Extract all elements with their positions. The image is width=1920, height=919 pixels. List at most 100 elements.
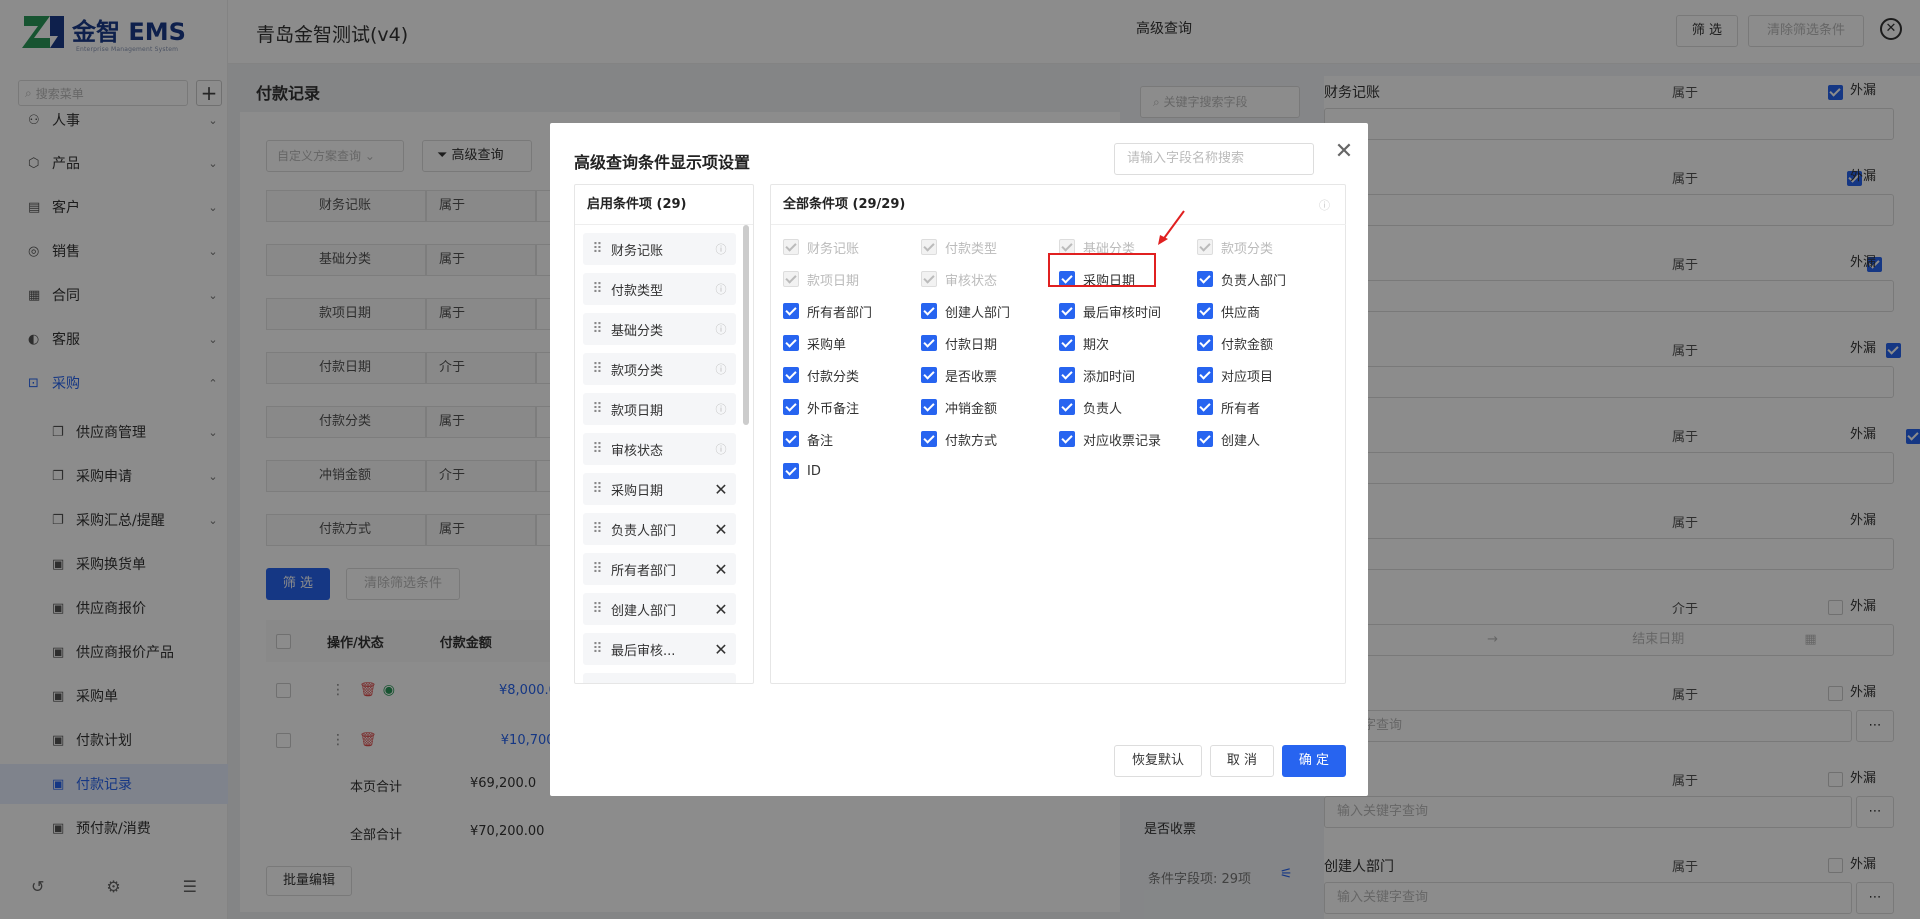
condition-option[interactable]: 采购单	[783, 333, 846, 353]
condition-option[interactable]: 最后审核时间	[1059, 301, 1161, 321]
condition-option[interactable]: 负责人部门	[1197, 269, 1286, 289]
condition-label: 付款类型	[945, 241, 998, 257]
condition-label: 负责人	[1083, 401, 1123, 417]
checkbox[interactable]	[1197, 367, 1213, 383]
condition-label: 所有者	[1221, 401, 1261, 417]
condition-option[interactable]: 付款分类	[783, 365, 859, 385]
checkbox[interactable]	[921, 399, 937, 415]
enabled-item[interactable]: ⠿ 所有者部门 ✕	[583, 553, 736, 585]
condition-label: 对应收票记录	[1083, 433, 1162, 449]
remove-icon[interactable]: ✕	[706, 600, 736, 619]
condition-option: 款项日期	[783, 269, 859, 289]
enabled-item[interactable]: ⠿ 财务记账 ⓘ	[583, 233, 736, 265]
checkbox	[1197, 239, 1213, 255]
condition-option[interactable]: 付款金额	[1197, 333, 1273, 353]
enabled-conditions-title: 启用条件项 (29)	[575, 185, 753, 225]
help-icon: ⓘ	[1319, 199, 1330, 212]
condition-option[interactable]: 添加时间	[1059, 365, 1135, 385]
drag-handle-icon[interactable]: ⠿	[583, 281, 611, 297]
checkbox[interactable]	[1197, 303, 1213, 319]
enabled-item[interactable]	[583, 673, 736, 683]
condition-option[interactable]: ID	[783, 461, 821, 481]
drag-handle-icon[interactable]: ⠿	[583, 521, 611, 537]
help-icon: ⓘ	[715, 243, 727, 256]
drag-handle-icon[interactable]: ⠿	[583, 601, 611, 617]
remove-icon[interactable]: ✕	[706, 520, 736, 539]
drag-handle-icon[interactable]: ⠿	[583, 441, 611, 457]
checkbox[interactable]	[1059, 431, 1075, 447]
condition-option: 付款类型	[921, 237, 997, 257]
condition-label: 备注	[807, 433, 834, 449]
cancel-button[interactable]: 取 消	[1210, 745, 1274, 777]
condition-option[interactable]: 备注	[783, 429, 833, 449]
confirm-button[interactable]: 确 定	[1282, 745, 1346, 777]
condition-option[interactable]: 所有者部门	[783, 301, 872, 321]
field-search-input[interactable]: 请输入字段名称搜索	[1114, 143, 1314, 175]
condition-label: 对应项目	[1221, 369, 1274, 385]
highlight-box	[1048, 253, 1156, 287]
checkbox[interactable]	[921, 303, 937, 319]
enabled-item[interactable]: ⠿ 最后审核... ✕	[583, 633, 736, 665]
checkbox[interactable]	[1197, 399, 1213, 415]
enabled-item[interactable]: ⠿ 采购日期 ✕	[583, 473, 736, 505]
checkbox[interactable]	[1059, 303, 1075, 319]
checkbox[interactable]	[1059, 399, 1075, 415]
checkbox[interactable]	[783, 303, 799, 319]
enabled-item[interactable]: ⠿ 款项日期 ⓘ	[583, 393, 736, 425]
close-icon[interactable]: ✕	[1332, 139, 1356, 164]
checkbox[interactable]	[783, 399, 799, 415]
condition-option[interactable]: 对应收票记录	[1059, 429, 1161, 449]
drag-handle-icon[interactable]: ⠿	[583, 641, 611, 657]
condition-label: ID	[807, 463, 821, 479]
reset-default-button[interactable]: 恢复默认	[1114, 745, 1202, 777]
checkbox[interactable]	[1059, 367, 1075, 383]
condition-option[interactable]: 付款日期	[921, 333, 997, 353]
remove-icon[interactable]: ✕	[706, 480, 736, 499]
checkbox[interactable]	[783, 367, 799, 383]
checkbox[interactable]	[1059, 335, 1075, 351]
checkbox[interactable]	[921, 367, 937, 383]
condition-option[interactable]: 所有者	[1197, 397, 1260, 417]
enabled-item[interactable]: ⠿ 付款类型 ⓘ	[583, 273, 736, 305]
condition-option[interactable]: 付款方式	[921, 429, 997, 449]
divider	[771, 224, 1346, 225]
condition-option[interactable]: 创建人部门	[921, 301, 1010, 321]
checkbox[interactable]	[783, 463, 799, 479]
scrollbar[interactable]	[743, 225, 749, 425]
drag-handle-icon[interactable]: ⠿	[583, 481, 611, 497]
remove-icon[interactable]: ✕	[706, 640, 736, 659]
checkbox[interactable]	[1197, 335, 1213, 351]
condition-label: 付款金额	[1221, 337, 1274, 353]
condition-option[interactable]: 期次	[1059, 333, 1109, 353]
condition-option[interactable]: 冲销金额	[921, 397, 997, 417]
condition-option[interactable]: 对应项目	[1197, 365, 1273, 385]
enabled-item[interactable]: ⠿ 创建人部门 ✕	[583, 593, 736, 625]
drag-handle-icon[interactable]: ⠿	[583, 241, 611, 257]
drag-handle-icon[interactable]: ⠿	[583, 321, 611, 337]
condition-option[interactable]: 是否收票	[921, 365, 997, 385]
checkbox[interactable]	[921, 335, 937, 351]
checkbox[interactable]	[783, 335, 799, 351]
condition-option[interactable]: 创建人	[1197, 429, 1260, 449]
help-icon: ⓘ	[715, 443, 727, 456]
condition-option[interactable]: 负责人	[1059, 397, 1122, 417]
enabled-item[interactable]: ⠿ 负责人部门 ✕	[583, 513, 736, 545]
condition-label: 付款分类	[807, 369, 860, 385]
drag-handle-icon[interactable]: ⠿	[583, 401, 611, 417]
condition-option[interactable]: 外币备注	[783, 397, 859, 417]
condition-label: 所有者部门	[807, 305, 873, 321]
modal-title: 高级查询条件显示项设置	[574, 153, 751, 172]
condition-option[interactable]: 供应商	[1197, 301, 1260, 321]
checkbox[interactable]	[1197, 431, 1213, 447]
enabled-item[interactable]: ⠿ 基础分类 ⓘ	[583, 313, 736, 345]
checkbox[interactable]	[783, 431, 799, 447]
checkbox[interactable]	[1197, 271, 1213, 287]
checkbox[interactable]	[921, 431, 937, 447]
condition-label: 最后审核时间	[1083, 305, 1162, 321]
drag-handle-icon[interactable]: ⠿	[583, 361, 611, 377]
drag-handle-icon[interactable]: ⠿	[583, 561, 611, 577]
remove-icon[interactable]: ✕	[706, 560, 736, 579]
condition-label: 付款方式	[945, 433, 998, 449]
enabled-item[interactable]: ⠿ 款项分类 ⓘ	[583, 353, 736, 385]
enabled-item[interactable]: ⠿ 审核状态 ⓘ	[583, 433, 736, 465]
